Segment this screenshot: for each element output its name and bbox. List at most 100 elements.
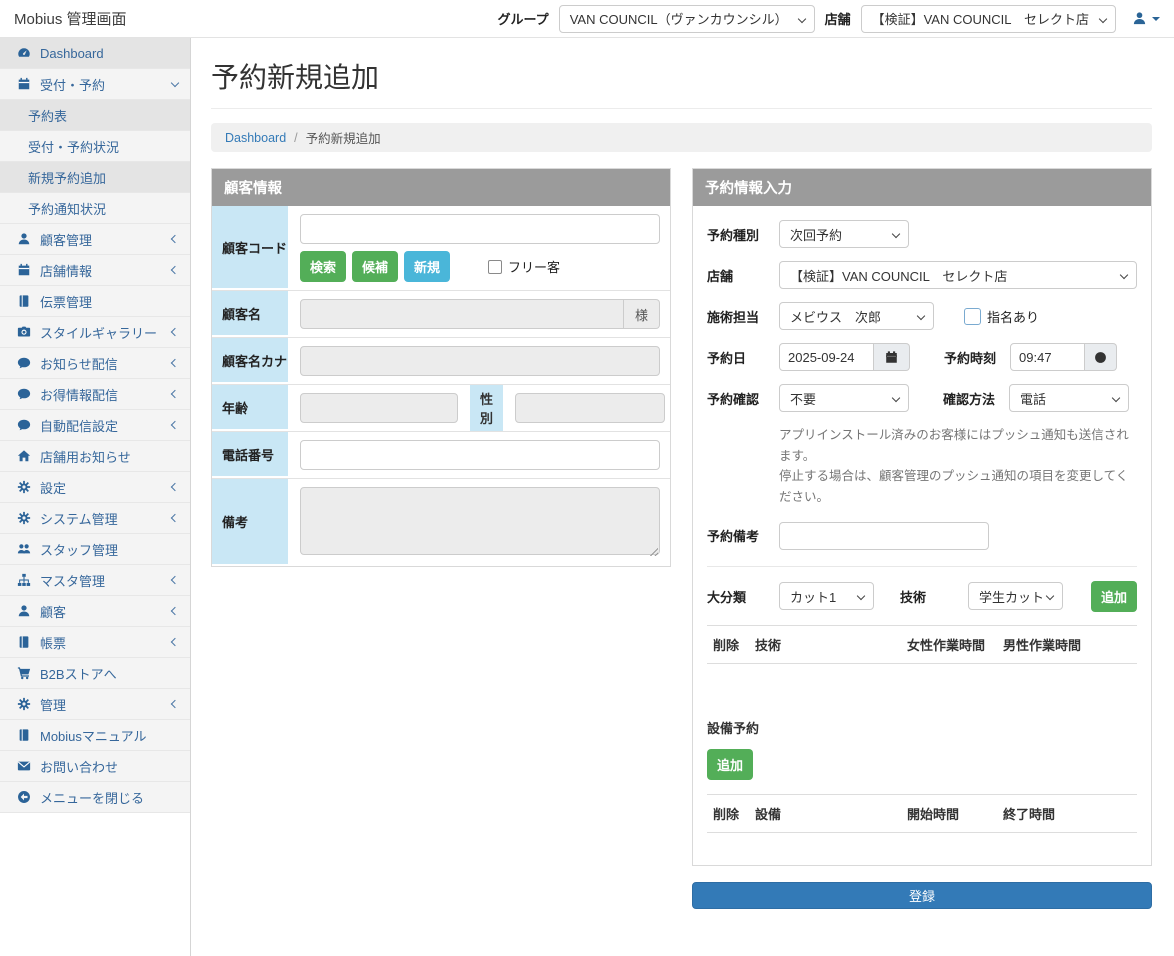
tech-select[interactable]: 学生カット <box>968 582 1063 610</box>
sidebar-item-system-management[interactable]: システム管理 <box>0 503 190 534</box>
page-title: 予約新規追加 <box>211 56 1152 109</box>
book-icon <box>16 634 32 650</box>
sidebar-item-close-menu[interactable]: メニューを閉じる <box>0 782 190 813</box>
comment-icon <box>16 355 32 371</box>
reservation-store-select[interactable]: 【検証】VAN COUNCIL セレクト店 <box>779 261 1137 289</box>
chevron-left-icon <box>171 390 179 398</box>
comment-icon <box>16 417 32 433</box>
date-input[interactable] <box>779 343 874 371</box>
time-input[interactable] <box>1010 343 1085 371</box>
sidebar-item-forms[interactable]: 帳票 <box>0 627 190 658</box>
reservation-memo-label: 予約備考 <box>707 526 779 545</box>
caret-down-icon <box>1152 17 1160 21</box>
tachometer-icon <box>16 45 32 61</box>
gender-input <box>515 393 665 423</box>
reservation-memo-input[interactable] <box>779 522 989 550</box>
user-icon <box>16 231 32 247</box>
sidebar-item-auto-delivery-settings[interactable]: 自動配信設定 <box>0 410 190 441</box>
calendar-icon <box>16 76 32 92</box>
add-equipment-button[interactable]: 追加 <box>707 749 753 780</box>
store-select[interactable]: 【検証】VAN COUNCIL セレクト店 <box>861 5 1116 33</box>
sidebar-item-b2b-store[interactable]: B2Bストアへ <box>0 658 190 689</box>
users-icon <box>16 541 32 557</box>
customer-code-input[interactable] <box>300 214 660 244</box>
sidebar-item-reception-status[interactable]: 受付・予約状況 <box>0 131 190 162</box>
sidebar-item-customer-management[interactable]: 顧客管理 <box>0 224 190 255</box>
reservation-panel-header: 予約情報入力 <box>693 169 1151 206</box>
confirm-method-select[interactable]: 電話 <box>1009 384 1129 412</box>
sidebar-item-notification-status[interactable]: 予約通知状況 <box>0 193 190 224</box>
chevron-down-icon <box>1046 592 1054 600</box>
chevron-left-icon <box>171 235 179 243</box>
confirm-method-label: 確認方法 <box>943 389 995 408</box>
sidebar-item-management[interactable]: 管理 <box>0 689 190 720</box>
top-navbar: Mobius 管理画面 グループ VAN COUNCIL（ヴァンカウンシル） 店… <box>0 0 1174 38</box>
add-tech-button[interactable]: 追加 <box>1091 581 1137 612</box>
time-label: 予約時刻 <box>944 348 996 367</box>
breadcrumb-dashboard-link[interactable]: Dashboard <box>225 131 286 145</box>
sidebar-item-store-info[interactable]: 店舗情報 <box>0 255 190 286</box>
age-input <box>300 393 458 423</box>
arrow-circle-left-icon <box>16 789 32 805</box>
chevron-left-icon <box>171 421 179 429</box>
reservation-type-select[interactable]: 次回予約 <box>779 220 909 248</box>
free-customer-checkbox[interactable] <box>488 260 502 274</box>
new-customer-button[interactable]: 新規 <box>404 251 450 282</box>
sidebar-item-master-management[interactable]: マスタ管理 <box>0 565 190 596</box>
envelope-icon <box>16 758 32 774</box>
tech-table-header: 削除 技術 女性作業時間 男性作業時間 <box>707 625 1137 664</box>
chevron-down-icon <box>1099 14 1107 22</box>
chevron-left-icon <box>171 328 179 336</box>
chevron-left-icon <box>171 638 179 646</box>
candidate-button[interactable]: 候補 <box>352 251 398 282</box>
sidebar-item-customer[interactable]: 顧客 <box>0 596 190 627</box>
sidebar-item-settings[interactable]: 設定 <box>0 472 190 503</box>
free-customer-label: フリー客 <box>508 257 560 276</box>
customer-panel-header: 顧客情報 <box>212 169 670 206</box>
honorific-suffix: 様 <box>624 299 660 329</box>
search-button[interactable]: 検索 <box>300 251 346 282</box>
customer-code-label: 顧客コード <box>212 206 290 290</box>
category-label: 大分類 <box>707 587 779 606</box>
reservation-type-label: 予約種別 <box>707 225 779 244</box>
sidebar-item-contact[interactable]: お問い合わせ <box>0 751 190 782</box>
sidebar-item-slip-management[interactable]: 伝票管理 <box>0 286 190 317</box>
confirm-select[interactable]: 不要 <box>779 384 909 412</box>
breadcrumb: Dashboard / 予約新規追加 <box>211 123 1152 152</box>
chevron-left-icon <box>171 483 179 491</box>
home-icon <box>16 448 32 464</box>
chevron-down-icon <box>1112 394 1120 402</box>
sidebar-item-mobius-manual[interactable]: Mobiusマニュアル <box>0 720 190 751</box>
customer-info-panel: 顧客情報 顧客コード 検索 候補 新規 フリー客 <box>211 168 671 567</box>
store-label: 店舗 <box>825 9 851 28</box>
sidebar-item-deals-delivery[interactable]: お得情報配信 <box>0 379 190 410</box>
category-select[interactable]: カット1 <box>779 582 874 610</box>
sidebar-item-store-notice[interactable]: 店舗用お知らせ <box>0 441 190 472</box>
sidebar-item-reservation-table[interactable]: 予約表 <box>0 100 190 131</box>
chevron-left-icon <box>171 266 179 274</box>
submit-button[interactable]: 登録 <box>692 882 1152 909</box>
sidebar-item-reservations[interactable]: 受付・予約 <box>0 69 190 100</box>
sidebar-item-dashboard[interactable]: Dashboard <box>0 38 190 69</box>
nomination-checkbox[interactable] <box>964 308 981 325</box>
sidebar-item-staff-management[interactable]: スタッフ管理 <box>0 534 190 565</box>
chevron-down-icon <box>797 14 805 22</box>
chevron-left-icon <box>171 700 179 708</box>
phone-input[interactable] <box>300 440 660 470</box>
customer-note-textarea <box>300 487 660 555</box>
sidebar-item-notice-delivery[interactable]: お知らせ配信 <box>0 348 190 379</box>
calendar-picker-button[interactable] <box>874 343 910 371</box>
sidebar-item-style-gallery[interactable]: スタイルギャラリー <box>0 317 190 348</box>
user-menu[interactable] <box>1132 11 1160 26</box>
phone-label: 電話番号 <box>212 432 290 478</box>
gear-icon <box>16 510 32 526</box>
customer-kana-label: 顧客名カナ <box>212 338 290 384</box>
staff-select[interactable]: メビウス 次郎 <box>779 302 934 330</box>
time-picker-button[interactable] <box>1085 343 1117 371</box>
date-label: 予約日 <box>707 348 779 367</box>
main-content: 予約新規追加 Dashboard / 予約新規追加 顧客情報 顧客コード 検索 … <box>191 38 1174 956</box>
group-select[interactable]: VAN COUNCIL（ヴァンカウンシル） <box>559 5 815 33</box>
book-icon <box>16 727 32 743</box>
sidebar-item-new-reservation[interactable]: 新規予約追加 <box>0 162 190 193</box>
tech-label: 技術 <box>900 587 926 606</box>
